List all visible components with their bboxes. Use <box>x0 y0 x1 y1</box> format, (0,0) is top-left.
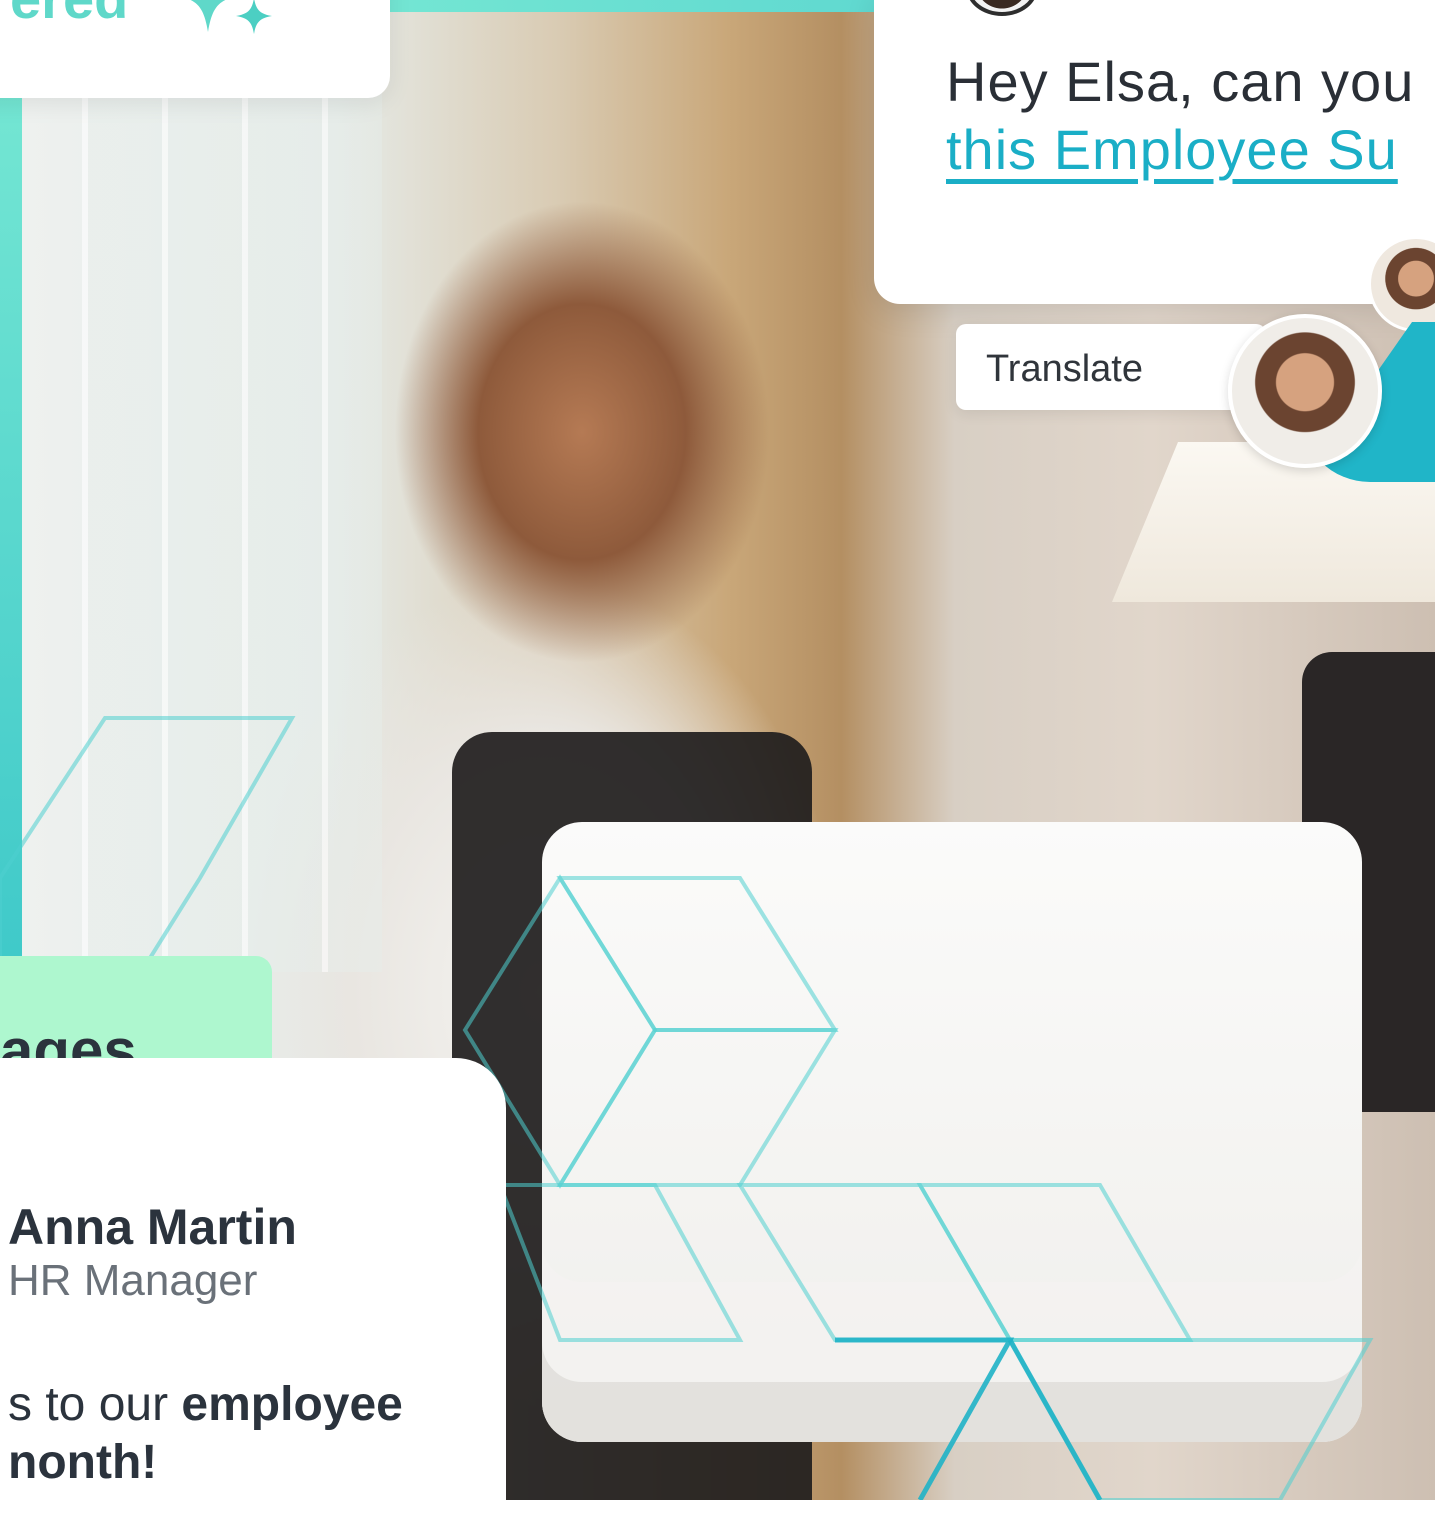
towel-stack <box>542 822 1362 1442</box>
message-body: s to our employee nonth! <box>8 1376 403 1492</box>
sparkle-icon <box>190 0 272 34</box>
chat-message-card: Hey Elsa, can you this Employee Su <box>874 0 1435 304</box>
avatar <box>966 0 1038 16</box>
brand-partial-word: ered <box>10 0 128 31</box>
brand-card: ered <box>0 0 390 98</box>
translate-button[interactable]: Translate <box>956 324 1266 410</box>
teal-frame-left <box>0 90 22 970</box>
sender-role: HR Manager <box>8 1256 258 1305</box>
message-body-lead: s to our <box>8 1378 182 1431</box>
message-body-bold-2: nonth! <box>8 1436 158 1489</box>
sender-name: Anna Martin <box>8 1199 297 1255</box>
message-card: Anna Martin HR Manager s to our employee… <box>0 1058 506 1518</box>
chat-line: Hey Elsa, can you <box>946 50 1415 113</box>
message-body-bold: employee <box>181 1378 403 1431</box>
chat-message-text: Hey Elsa, can you this Employee Su <box>946 48 1414 184</box>
employee-survey-link[interactable]: this Employee Su <box>946 116 1414 184</box>
translate-label: Translate <box>986 348 1143 390</box>
avatar <box>1228 314 1382 468</box>
window-background <box>82 92 382 972</box>
teal-frame-top <box>380 0 900 12</box>
